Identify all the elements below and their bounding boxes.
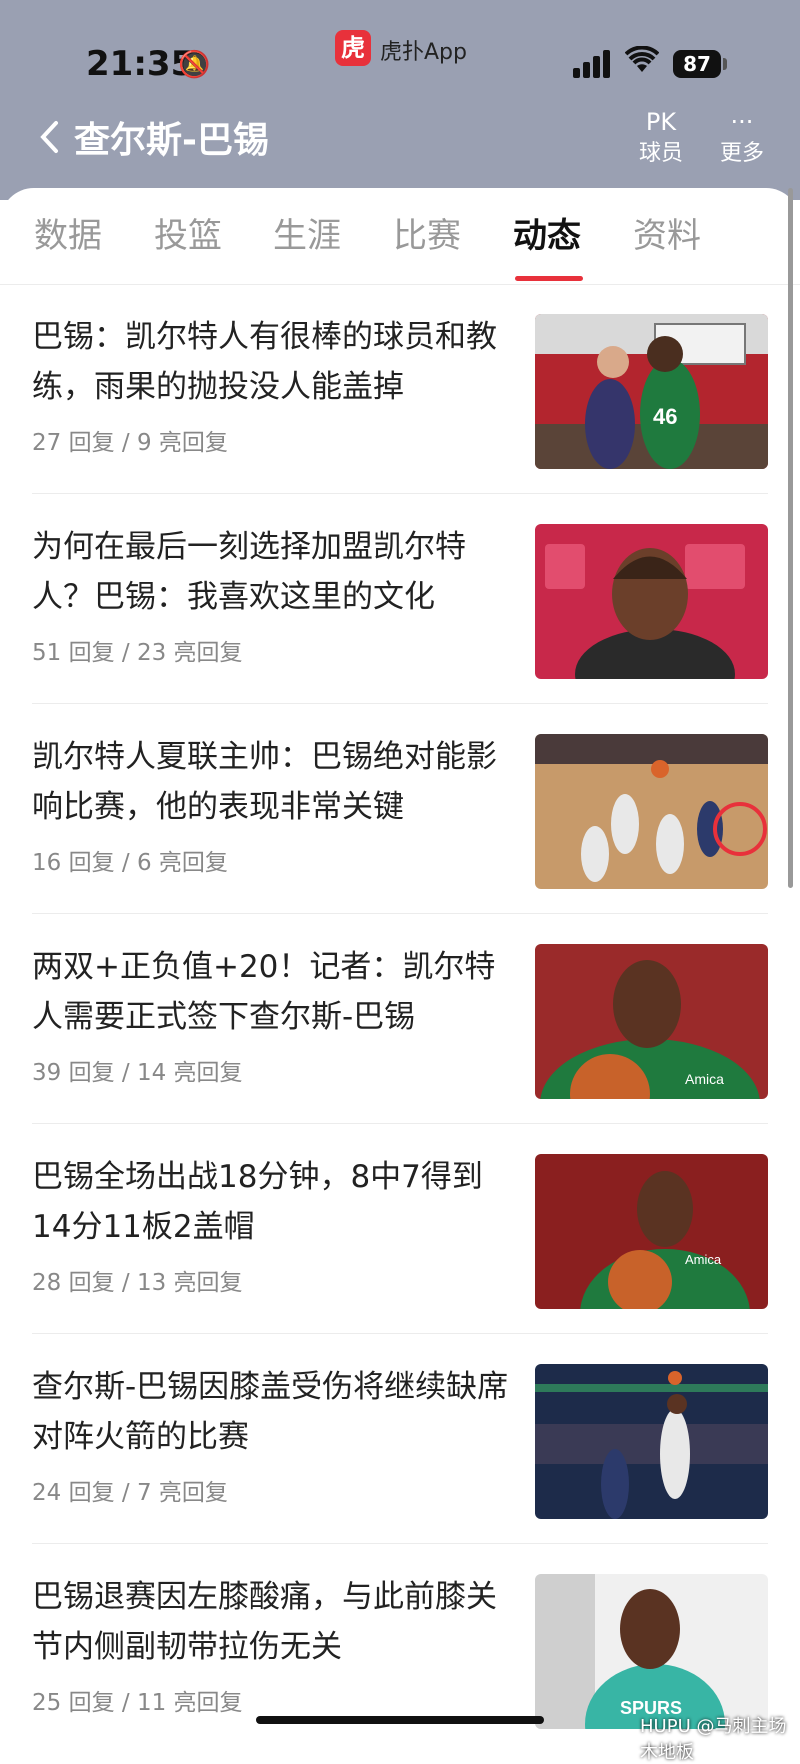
content-sheet: 数据 投篮 生涯 比赛 动态 资料 巴锡：凯尔特人有很棒的球员和教练，雨果的抛投…: [0, 188, 800, 1739]
more-label: 更多: [719, 141, 764, 166]
watermark-logo: HUPU: [640, 1716, 691, 1737]
svg-text:Amica: Amica: [685, 1071, 724, 1087]
news-item[interactable]: 两双+正负值+20！记者：凯尔特人需要正式签下查尔斯-巴锡 39 回复 / 14…: [32, 914, 768, 1124]
more-icon: ···: [730, 108, 754, 136]
news-thumbnail: [535, 734, 768, 889]
watermark: HUPU @马刺主场木地板: [640, 1712, 800, 1764]
news-headline: 查尔斯-巴锡因膝盖受伤将继续缺席对阵火箭的比赛: [32, 1369, 509, 1455]
news-meta: 51 回复 / 23 亮回复: [32, 640, 243, 666]
app-logo-icon: 虎: [335, 30, 371, 66]
news-thumbnail: Amica: [535, 1154, 768, 1309]
home-indicator[interactable]: [256, 1716, 544, 1724]
app-name: 虎扑App: [380, 40, 467, 65]
news-headline: 为何在最后一刻选择加盟凯尔特人？巴锡：我喜欢这里的文化: [32, 529, 466, 615]
news-headline: 凯尔特人夏联主帅：巴锡绝对能影响比赛，他的表现非常关键: [32, 739, 497, 825]
battery-tip: [723, 58, 727, 70]
tab-stats[interactable]: 数据: [34, 214, 102, 258]
more-button[interactable]: ··· 更多: [707, 108, 777, 168]
news-headline: 两双+正负值+20！记者：凯尔特人需要正式签下查尔斯-巴锡: [32, 949, 496, 1035]
status-bar: 21:35 🔕 虎 虎扑App 87: [0, 0, 800, 110]
svg-text:46: 46: [653, 404, 677, 429]
news-thumbnail: 46: [535, 314, 768, 469]
news-meta: 16 回复 / 6 亮回复: [32, 850, 228, 876]
pk-label: 球员: [638, 141, 683, 166]
news-thumbnail: [535, 1364, 768, 1519]
news-thumbnail: SPURS: [535, 1574, 768, 1729]
bell-muted-icon: 🔕: [178, 50, 211, 80]
news-headline: 巴锡：凯尔特人有很棒的球员和教练，雨果的抛投没人能盖掉: [32, 319, 497, 405]
news-meta: 27 回复 / 9 亮回复: [32, 430, 228, 456]
scrollbar[interactable]: [788, 188, 793, 888]
news-item[interactable]: 巴锡：凯尔特人有很棒的球员和教练，雨果的抛投没人能盖掉 27 回复 / 9 亮回…: [32, 284, 768, 494]
news-meta: 39 回复 / 14 亮回复: [32, 1060, 243, 1086]
back-button[interactable]: [38, 118, 60, 164]
news-item[interactable]: 为何在最后一刻选择加盟凯尔特人？巴锡：我喜欢这里的文化 51 回复 / 23 亮…: [32, 494, 768, 704]
pk-button[interactable]: PK 球员: [626, 108, 696, 168]
pk-icon: PK: [645, 108, 677, 136]
chevron-left-icon: [40, 121, 58, 153]
wifi-icon: [624, 45, 660, 80]
tab-career[interactable]: 生涯: [273, 214, 341, 258]
news-meta: 28 回复 / 13 亮回复: [32, 1270, 243, 1296]
active-tab-indicator: [515, 276, 583, 281]
news-thumbnail: [535, 524, 768, 679]
top-header: 21:35 🔕 虎 虎扑App 87 查尔斯-巴锡 PK 球员 ··· 更多: [0, 0, 800, 200]
tab-profile[interactable]: 资料: [633, 214, 701, 258]
signal-icon: [573, 48, 613, 78]
news-item[interactable]: 凯尔特人夏联主帅：巴锡绝对能影响比赛，他的表现非常关键 16 回复 / 6 亮回…: [32, 704, 768, 914]
news-item[interactable]: 巴锡全场出战18分钟，8中7得到14分11板2盖帽 28 回复 / 13 亮回复…: [32, 1124, 768, 1334]
page-title: 查尔斯-巴锡: [74, 120, 269, 161]
news-headline: 巴锡退赛因左膝酸痛，与此前膝关节内侧副韧带拉伤无关: [32, 1579, 497, 1665]
news-headline: 巴锡全场出战18分钟，8中7得到14分11板2盖帽: [32, 1159, 483, 1245]
news-item[interactable]: 查尔斯-巴锡因膝盖受伤将继续缺席对阵火箭的比赛 24 回复 / 7 亮回复: [32, 1334, 768, 1544]
svg-text:Amica: Amica: [685, 1252, 722, 1267]
tab-bar: 数据 投篮 生涯 比赛 动态 资料: [0, 188, 800, 284]
news-meta: 25 回复 / 11 亮回复: [32, 1690, 243, 1716]
tab-news[interactable]: 动态: [513, 214, 581, 258]
news-thumbnail: Amica: [535, 944, 768, 1099]
battery-indicator: 87: [673, 50, 721, 78]
tab-shooting[interactable]: 投篮: [154, 214, 222, 258]
tab-games[interactable]: 比赛: [393, 214, 461, 258]
news-meta: 24 回复 / 7 亮回复: [32, 1480, 228, 1506]
